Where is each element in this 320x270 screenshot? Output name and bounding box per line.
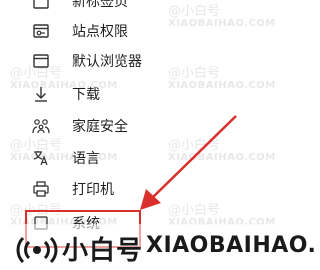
menu-item-site-permissions[interactable]: 站点权限 [30, 16, 128, 46]
default-browser-icon [30, 50, 52, 72]
menu-item-new-tab[interactable]: 新标签页 [30, 0, 128, 16]
brand-name-en: XIAOBAIHAO.COM [146, 233, 317, 258]
printer-icon [30, 178, 52, 200]
watermark-tile: @小白号 XIAOBAIHAO.COM [168, 138, 276, 163]
site-permissions-icon [30, 20, 52, 42]
watermark-tile: @小白号 XIAOBAIHAO.COM [168, 4, 276, 29]
menu-item-printer[interactable]: 打印机 [30, 174, 114, 204]
menu-item-language[interactable]: 语言 [30, 143, 100, 173]
menu-item-label: 家庭安全 [72, 119, 128, 135]
menu-item-download[interactable]: 下载 [30, 79, 100, 109]
menu-item-family-safety[interactable]: 家庭安全 [30, 111, 128, 141]
menu-item-default-browser[interactable]: 默认浏览器 [30, 46, 142, 76]
family-safety-icon [30, 115, 52, 137]
menu-item-label: 默认浏览器 [72, 54, 142, 70]
broadcast-logo-icon [16, 236, 58, 264]
watermark-tile: @小白号 XIAOBAIHAO.COM [168, 66, 276, 91]
menu-item-label: 站点权限 [72, 24, 128, 40]
screenshot-canvas: @小白号 XIAOBAIHAO.COM @小白号 XIAOBAIHAO.COM … [0, 0, 317, 270]
brand-watermark: 小白号 XIAOBAIHAO.COM [0, 224, 317, 270]
menu-item-label: 打印机 [72, 182, 114, 198]
menu-item-label: 下载 [72, 87, 100, 103]
menu-item-label: 新标签页 [72, 0, 128, 10]
new-tab-icon [30, 0, 52, 12]
brand-name-cn: 小白号 [62, 236, 144, 266]
language-icon [30, 147, 52, 169]
download-icon [30, 83, 52, 105]
menu-item-label: 语言 [72, 151, 100, 167]
